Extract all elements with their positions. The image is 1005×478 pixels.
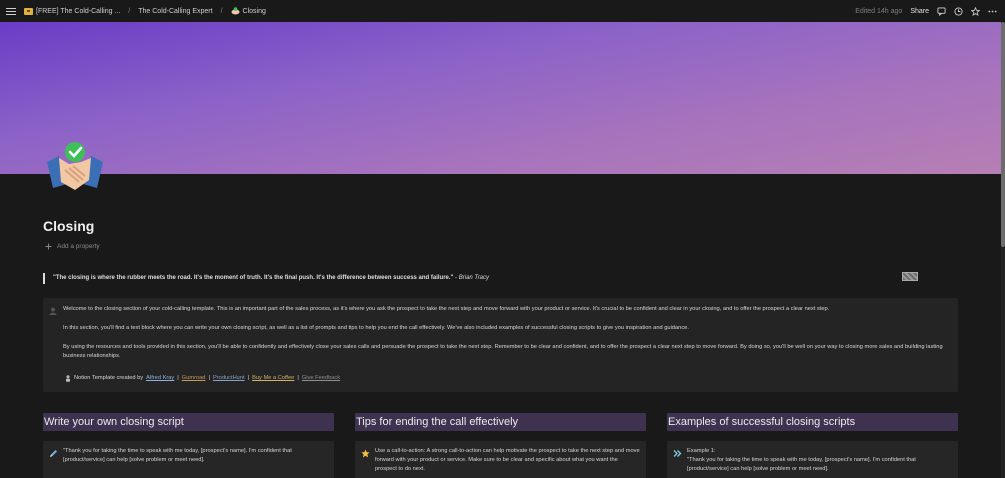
breadcrumb-item-expert[interactable]: The Cold-Calling Expert (138, 8, 212, 15)
page-cover[interactable] (0, 22, 1001, 174)
comment-icon[interactable] (937, 6, 946, 16)
more-icon[interactable] (988, 7, 997, 16)
breadcrumb-separator: / (220, 7, 223, 15)
credit-line: Notion Template created by Alfred Kray |… (65, 374, 950, 383)
page-title[interactable]: Closing (43, 218, 94, 234)
clock-icon[interactable] (954, 6, 963, 16)
link-give-feedback[interactable]: Give Feedback (302, 374, 340, 383)
add-property-label: Add a property (57, 243, 100, 250)
callout-paragraph-3: By using the resources and tools provide… (63, 344, 943, 359)
credit-prefix: Notion Template created by (74, 375, 144, 381)
menu-icon[interactable] (6, 6, 16, 17)
tips-callout[interactable]: Use a call-to-action: A strong call-to-a… (355, 441, 646, 478)
callout-paragraph-1: Welcome to the closing section of your c… (63, 306, 830, 312)
link-gumroad[interactable]: Gumroad (182, 374, 206, 383)
example-label: Example 1: (687, 448, 716, 454)
column-write-script: Write your own closing script "Thank you… (43, 413, 334, 478)
star-outline-icon[interactable] (971, 6, 980, 16)
intro-callout[interactable]: Welcome to the closing section of your c… (43, 298, 958, 392)
breadcrumb-item-template[interactable]: [FREE] The Cold-Calling ... (36, 8, 120, 15)
share-button[interactable]: Share (910, 8, 929, 15)
link-buy-me-a-coffee[interactable]: Buy Me a Coffee (252, 374, 294, 383)
write-script-text: "Thank you for taking the time to speak … (63, 448, 292, 463)
example-script: "Thank you for taking the time to speak … (687, 457, 916, 472)
examples-callout[interactable]: Example 1: "Thank you for taking the tim… (667, 441, 958, 478)
write-script-callout[interactable]: "Thank you for taking the time to speak … (43, 441, 334, 478)
link-alfred-kray[interactable]: Alfred Kray (146, 374, 174, 383)
breadcrumb: [FREE] The Cold-Calling ... / The Cold-C… (24, 7, 266, 15)
star-icon (361, 449, 370, 458)
plus-icon (45, 243, 52, 250)
quote-text: "The closing is where the rubber meets t… (53, 275, 454, 281)
link-separator: | (177, 375, 179, 381)
heading-examples[interactable]: Examples of successful closing scripts (667, 413, 958, 431)
link-separator: | (247, 375, 250, 381)
tips-text: Use a call-to-action: A strong call-to-a… (375, 448, 640, 472)
link-separator: | (208, 375, 210, 381)
top-bar-actions: Edited 14h ago Share (855, 0, 997, 22)
column-tips: Tips for ending the call effectively Use… (355, 413, 646, 478)
edited-timestamp: Edited 14h ago (855, 7, 903, 15)
examples-text: Example 1: "Thank you for taking the tim… (687, 447, 952, 474)
pencil-icon (50, 450, 57, 457)
bust-icon (49, 307, 57, 315)
inline-image[interactable] (902, 272, 918, 281)
folder-icon (24, 8, 33, 15)
quote-author: Brian Tracy (458, 275, 489, 281)
handshake-check-icon[interactable] (45, 140, 105, 198)
heading-tips[interactable]: Tips for ending the call effectively (355, 413, 646, 431)
column-examples: Examples of successful closing scripts E… (667, 413, 958, 478)
top-bar: [FREE] The Cold-Calling ... / The Cold-C… (0, 0, 1005, 22)
link-separator: | (297, 375, 299, 381)
callout-paragraph-2: In this section, you'll find a text bloc… (63, 325, 689, 331)
link-producthunt[interactable]: ProductHunt (213, 374, 245, 383)
add-property-button[interactable]: Add a property (45, 243, 100, 250)
person-icon (66, 375, 70, 382)
double-chevron-icon (673, 450, 682, 457)
breadcrumb-item-closing[interactable]: Closing (243, 8, 266, 15)
handshake-icon (231, 7, 240, 15)
quote-block[interactable]: "The closing is where the rubber meets t… (43, 273, 913, 284)
scrollbar[interactable] (1001, 22, 1005, 478)
breadcrumb-separator: / (128, 7, 131, 15)
heading-write-script[interactable]: Write your own closing script (43, 413, 334, 431)
